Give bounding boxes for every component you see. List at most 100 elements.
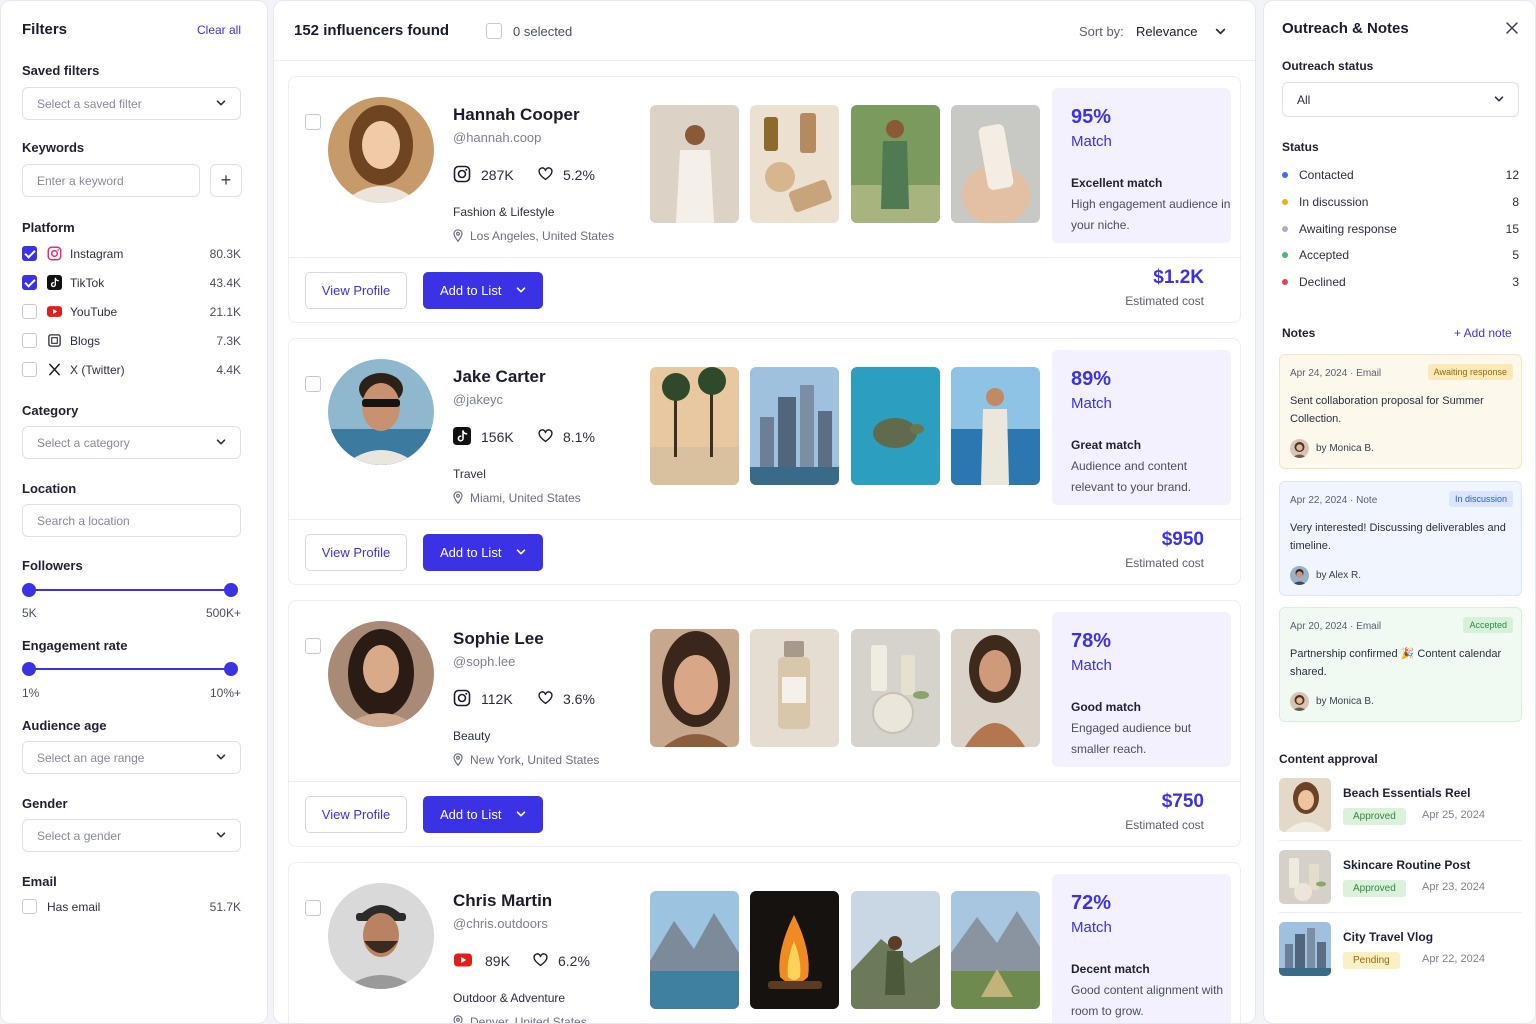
platform-option-tiktok[interactable]: TikTok 43.4K <box>22 273 241 293</box>
content-thumbnail[interactable] <box>851 367 940 485</box>
approval-item[interactable]: Beach Essentials Reel Approved Apr 25, 2… <box>1279 778 1522 834</box>
add-note-button[interactable]: + Add note <box>1454 326 1512 340</box>
content-thumbnail[interactable] <box>951 105 1040 223</box>
select-influencer-checkbox[interactable] <box>305 900 321 916</box>
chevron-down-icon <box>1494 94 1504 104</box>
content-thumbnail[interactable] <box>750 891 839 1009</box>
influencer-handle: @jakeyc <box>453 392 504 407</box>
platform-option-youtube[interactable]: YouTube 21.1K <box>22 302 241 322</box>
engagement-min-handle[interactable] <box>22 662 36 676</box>
has-email-count: 51.7K <box>209 900 241 914</box>
keywords-label: Keywords <box>22 140 85 155</box>
outreach-panel: Outreach & Notes Outreach status All Sta… <box>1263 0 1536 1024</box>
has-email-option[interactable]: Has email 51.7K <box>22 897 241 917</box>
content-thumbnail[interactable] <box>650 891 739 1009</box>
platform-name: Blogs <box>70 334 101 348</box>
instagram-icon <box>453 165 471 183</box>
select-influencer-checkbox[interactable] <box>305 114 321 130</box>
select-influencer-checkbox[interactable] <box>305 638 321 654</box>
influencer-name[interactable]: Jake Carter <box>453 367 546 387</box>
blogs-checkbox[interactable] <box>22 333 37 348</box>
note-card[interactable]: Apr 22, 2024 · Note In discussion Very i… <box>1279 481 1522 596</box>
note-card[interactable]: Apr 24, 2024 · Email Awaiting response S… <box>1279 354 1522 469</box>
platform-option-x[interactable]: X (Twitter) 4.4K <box>22 360 241 380</box>
select-influencer-checkbox[interactable] <box>305 376 321 392</box>
platform-option-instagram[interactable]: Instagram 80.3K <box>22 244 241 264</box>
saved-filter-placeholder: Select a saved filter <box>37 97 142 111</box>
tiktok-checkbox[interactable] <box>22 275 37 290</box>
sort-select[interactable]: Relevance <box>1136 24 1197 39</box>
influencer-location: Los Angeles, United States <box>470 229 615 243</box>
followers-count: 156K <box>481 429 514 445</box>
content-thumbnail[interactable] <box>851 891 940 1009</box>
followers-count: 287K <box>481 167 514 183</box>
approval-item[interactable]: City Travel Vlog Pending Apr 22, 2024 <box>1279 922 1522 978</box>
content-thumbnail[interactable] <box>750 629 839 747</box>
avatar[interactable] <box>328 97 434 203</box>
keyword-input[interactable]: Enter a keyword <box>22 164 200 197</box>
content-thumbnail[interactable] <box>851 105 940 223</box>
saved-filter-select[interactable]: Select a saved filter <box>22 87 241 120</box>
content-thumbnail[interactable] <box>750 367 839 485</box>
add-to-list-label: Add to List <box>440 283 502 298</box>
tiktok-icon <box>453 427 471 445</box>
engagement-max-handle[interactable] <box>224 662 238 676</box>
location-pin-icon <box>453 491 463 504</box>
location-search-input[interactable]: Search a location <box>22 504 241 537</box>
followers-count: 89K <box>485 953 510 969</box>
avatar[interactable] <box>328 359 434 465</box>
avatar[interactable] <box>328 883 434 989</box>
card-divider <box>289 257 1242 258</box>
add-to-list-button[interactable]: Add to List <box>423 272 543 309</box>
followers-min-handle[interactable] <box>22 583 36 597</box>
view-profile-button[interactable]: View Profile <box>305 796 407 833</box>
content-thumbnail[interactable] <box>951 629 1040 747</box>
instagram-checkbox[interactable] <box>22 246 37 261</box>
select-all-checkbox[interactable] <box>486 23 502 39</box>
engagement-rate: 3.6% <box>563 691 595 707</box>
results-count: 152 influencers found <box>294 22 450 39</box>
add-to-list-button[interactable]: Add to List <box>423 796 543 833</box>
view-profile-button[interactable]: View Profile <box>305 272 407 309</box>
match-title: Great match <box>1071 438 1142 452</box>
content-thumbnail[interactable] <box>650 629 739 747</box>
avatar[interactable] <box>328 621 434 727</box>
add-to-list-button[interactable]: Add to List <box>423 534 543 571</box>
influencer-name[interactable]: Hannah Cooper <box>453 105 580 125</box>
influencer-name[interactable]: Chris Martin <box>453 891 552 911</box>
note-card[interactable]: Apr 20, 2024 · Email Accepted Partnershi… <box>1279 607 1522 722</box>
content-thumbnail[interactable] <box>650 105 739 223</box>
content-thumbnail[interactable] <box>951 367 1040 485</box>
influencer-location: Denver, United States <box>470 1015 587 1024</box>
gender-select[interactable]: Select a gender <box>22 819 241 852</box>
close-icon[interactable] <box>1506 22 1518 34</box>
approval-item[interactable]: Skincare Routine Post Approved Apr 23, 2… <box>1279 850 1522 906</box>
match-percentage: 89% <box>1071 368 1112 390</box>
content-thumbnail[interactable] <box>851 629 940 747</box>
x-twitter-icon <box>49 363 60 376</box>
youtube-checkbox[interactable] <box>22 304 37 319</box>
followers-max-handle[interactable] <box>224 583 238 597</box>
category-select[interactable]: Select a category <box>22 426 241 459</box>
outreach-status-select[interactable]: All <box>1282 82 1519 117</box>
has-email-checkbox[interactable] <box>22 899 37 914</box>
heart-icon <box>538 429 553 443</box>
add-keyword-button[interactable]: + <box>210 164 242 197</box>
influencer-name[interactable]: Sophie Lee <box>453 629 544 649</box>
filters-title: Filters <box>22 21 68 38</box>
note-author: by Monica B. <box>1316 696 1374 707</box>
view-profile-button[interactable]: View Profile <box>305 534 407 571</box>
status-badge: Awaiting response <box>1427 364 1513 380</box>
chevron-down-icon[interactable] <box>1215 26 1226 37</box>
results-panel: 152 influencers found 0 selected Sort by… <box>273 0 1256 1024</box>
content-thumbnail[interactable] <box>951 891 1040 1009</box>
content-thumbnail[interactable] <box>650 367 739 485</box>
clear-all-link[interactable]: Clear all <box>197 23 241 37</box>
chevron-down-icon <box>216 752 226 762</box>
estimated-cost-label: Estimated cost <box>1125 294 1204 308</box>
x-checkbox[interactable] <box>22 362 37 377</box>
category-label: Category <box>22 403 79 418</box>
audience-age-select[interactable]: Select an age range <box>22 741 241 774</box>
platform-option-blogs[interactable]: Blogs 7.3K <box>22 331 241 351</box>
content-thumbnail[interactable] <box>750 105 839 223</box>
